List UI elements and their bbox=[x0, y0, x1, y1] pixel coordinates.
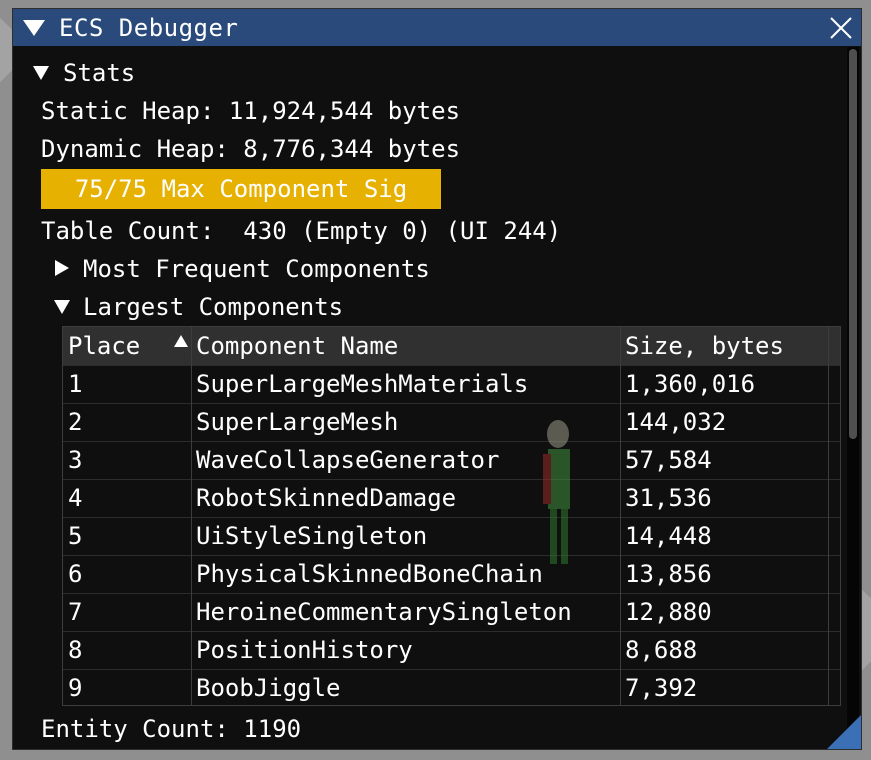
component-name-cell[interactable]: PositionHistory bbox=[191, 631, 620, 669]
place-cell[interactable]: 3 bbox=[63, 441, 191, 479]
component-sig-progress: 75/75 Max Component Sig bbox=[41, 169, 441, 209]
column-divider[interactable] bbox=[620, 327, 621, 705]
component-name-cell[interactable]: HeroineCommentarySingleton bbox=[191, 593, 620, 631]
place-cell[interactable]: 1 bbox=[63, 365, 191, 403]
largest-header[interactable]: Largest Components bbox=[83, 292, 343, 322]
size-cell[interactable]: 31,536 bbox=[620, 479, 828, 517]
size-cell[interactable]: 14,448 bbox=[620, 517, 828, 555]
resize-grip-icon[interactable] bbox=[827, 715, 861, 749]
size-cell[interactable]: 12,880 bbox=[620, 593, 828, 631]
component-name-cell[interactable]: SuperLargeMeshMaterials bbox=[191, 365, 620, 403]
background-character bbox=[543, 420, 570, 564]
place-cell[interactable]: 8 bbox=[63, 631, 191, 669]
collapse-window-icon[interactable] bbox=[23, 19, 45, 36]
size-cell[interactable]: 57,584 bbox=[620, 441, 828, 479]
column-header-component-name[interactable]: Component Name bbox=[191, 327, 619, 365]
column-divider[interactable] bbox=[828, 327, 829, 705]
component-name-cell[interactable]: BoobJiggle bbox=[191, 669, 620, 705]
ecs-debugger-window[interactable]: ECS Debugger Stats Static Heap: 11,924,5… bbox=[12, 8, 862, 750]
largest-components-table[interactable]: Place Component Name Size, bytes 1 SuperL… bbox=[62, 326, 841, 706]
column-divider[interactable] bbox=[191, 327, 192, 705]
size-cell[interactable]: 7,392 bbox=[620, 669, 828, 705]
scrollbar-thumb[interactable] bbox=[849, 49, 857, 439]
place-cell[interactable]: 7 bbox=[63, 593, 191, 631]
close-icon[interactable] bbox=[827, 14, 855, 42]
place-cell[interactable]: 6 bbox=[63, 555, 191, 593]
entity-count-text: Entity Count: 1190 bbox=[41, 715, 302, 743]
window-titlebar[interactable]: ECS Debugger bbox=[13, 9, 861, 46]
place-cell[interactable]: 9 bbox=[63, 669, 191, 705]
table-count-text: Table Count: 430 (Empty 0) (UI 244) bbox=[41, 217, 562, 245]
stats-header[interactable]: Stats bbox=[63, 58, 135, 88]
sort-ascending-icon[interactable] bbox=[174, 335, 188, 347]
stats-expand-icon[interactable] bbox=[33, 66, 49, 80]
vertical-scrollbar[interactable] bbox=[847, 47, 859, 737]
dynamic-heap-text: Dynamic Heap: 8,776,344 bytes bbox=[41, 135, 461, 163]
size-cell[interactable]: 8,688 bbox=[620, 631, 828, 669]
table-header: Place Component Name Size, bytes bbox=[63, 327, 840, 365]
size-cell[interactable]: 1,360,016 bbox=[620, 365, 828, 403]
place-cell[interactable]: 4 bbox=[63, 479, 191, 517]
window-title: ECS Debugger bbox=[59, 13, 239, 42]
largest-expand-icon[interactable] bbox=[54, 300, 70, 314]
place-cell[interactable]: 2 bbox=[63, 403, 191, 441]
column-header-place[interactable]: Place bbox=[63, 327, 191, 365]
size-cell[interactable]: 13,856 bbox=[620, 555, 828, 593]
place-cell[interactable]: 5 bbox=[63, 517, 191, 555]
most-frequent-header[interactable]: Most Frequent Components bbox=[83, 254, 430, 284]
progress-label: 75/75 Max Component Sig bbox=[74, 175, 408, 203]
size-cell[interactable]: 144,032 bbox=[620, 403, 828, 441]
static-heap-text: Static Heap: 11,924,544 bytes bbox=[41, 97, 461, 125]
most-frequent-expand-icon[interactable] bbox=[55, 260, 69, 276]
column-header-size[interactable]: Size, bytes bbox=[620, 327, 828, 365]
